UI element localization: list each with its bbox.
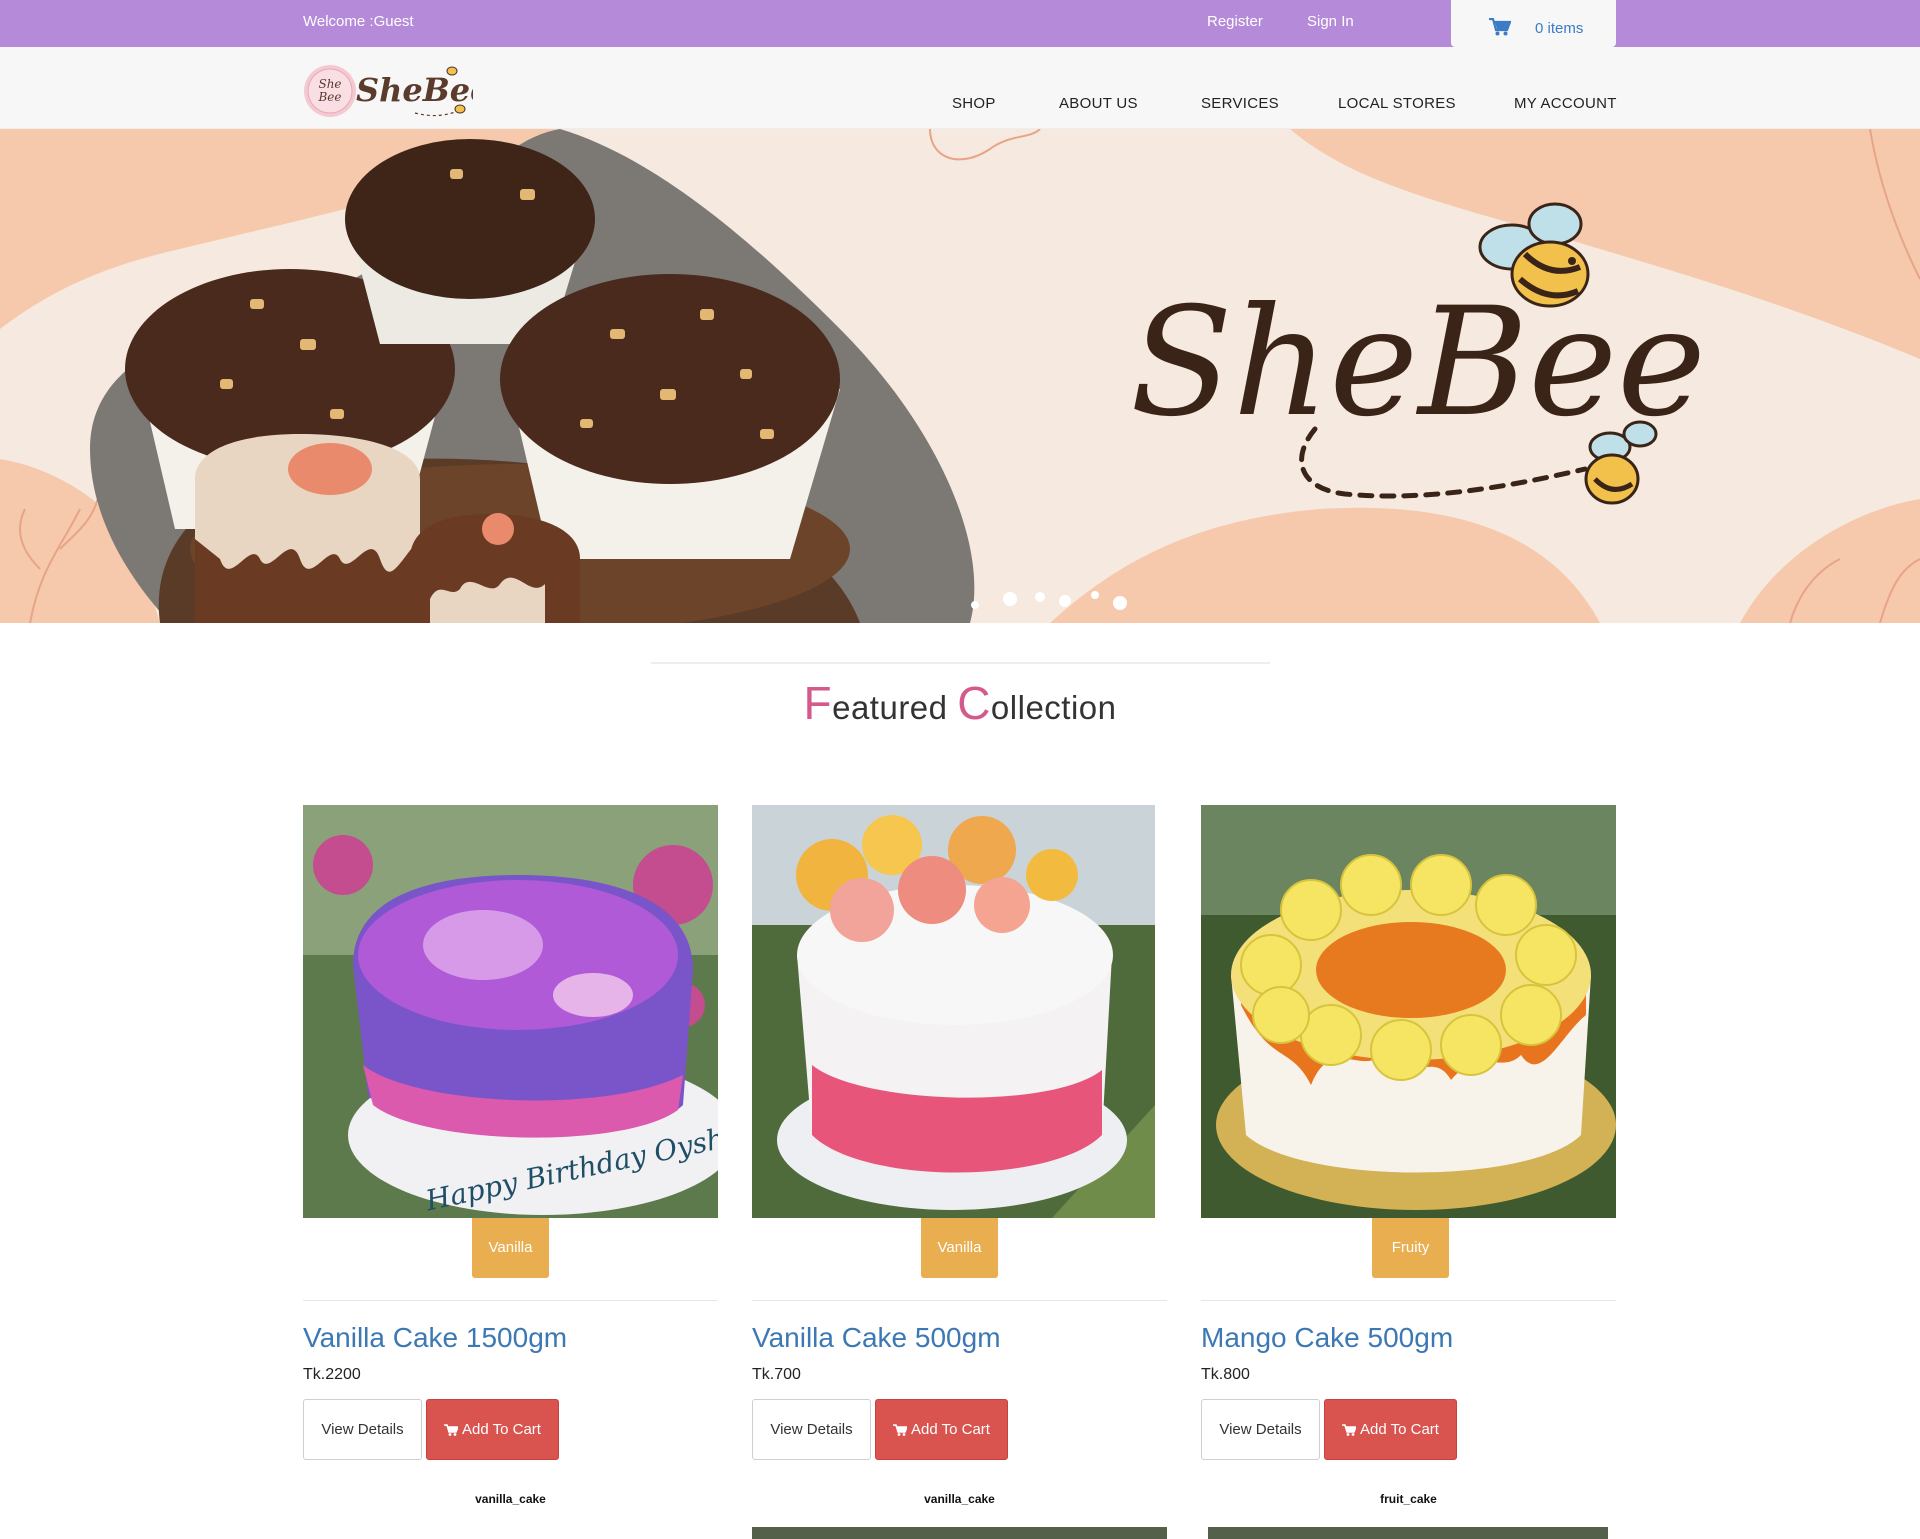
- svg-text:She: She: [318, 77, 341, 91]
- shopping-cart-icon: [893, 1424, 908, 1436]
- product-image[interactable]: [752, 805, 1155, 1218]
- nav-about-us[interactable]: ABOUT US: [1059, 95, 1138, 112]
- section-divider: [651, 662, 1270, 664]
- flavor-tag: Fruity: [1372, 1218, 1449, 1278]
- hero-banner: SheBee: [0, 129, 1920, 623]
- shopping-cart-icon: [1342, 1424, 1357, 1436]
- product-slug: vanilla_cake: [924, 1492, 995, 1506]
- shopping-cart-icon: [1489, 18, 1511, 36]
- add-to-cart-button[interactable]: Add To Cart: [875, 1399, 1008, 1460]
- product-price: Tk.800: [1201, 1366, 1250, 1383]
- svg-text:Bee: Bee: [317, 90, 341, 104]
- site-header: She Bee SheBee SHOP ABOUT US SERVICES LO…: [0, 47, 1920, 129]
- hero-artwork: SheBee: [0, 129, 1920, 623]
- flavor-tag: Vanilla: [472, 1218, 549, 1278]
- next-product-image-peek: [1208, 1527, 1608, 1539]
- product-price: Tk.2200: [303, 1366, 361, 1383]
- product-image[interactable]: [1201, 805, 1616, 1218]
- card-divider: [752, 1300, 1167, 1301]
- cart-item-count: 0 items: [1535, 20, 1584, 37]
- product-price: Tk.700: [752, 1366, 801, 1383]
- flavor-tag: Vanilla: [921, 1218, 998, 1278]
- card-divider: [1201, 1300, 1616, 1301]
- product-slug: fruit_cake: [1380, 1492, 1437, 1506]
- featured-collection-title: Featured Collection: [803, 677, 1117, 729]
- cart-summary-button[interactable]: 0 items: [1451, 0, 1616, 47]
- top-bar: Welcome :Guest Register Sign In 0 items: [0, 0, 1920, 47]
- svg-text:SheBee: SheBee: [356, 71, 473, 109]
- card-divider: [303, 1300, 718, 1301]
- next-product-image-peek: [752, 1527, 1167, 1539]
- view-details-button[interactable]: View Details: [303, 1399, 422, 1460]
- view-details-button[interactable]: View Details: [752, 1399, 871, 1460]
- product-image[interactable]: Happy Birthday Oyshi: [303, 805, 718, 1218]
- product-name-link[interactable]: Vanilla Cake 1500gm: [303, 1322, 567, 1354]
- welcome-text: Welcome :Guest: [303, 13, 414, 30]
- svg-text:SheBee: SheBee: [1130, 276, 1706, 450]
- add-to-cart-button[interactable]: Add To Cart: [1324, 1399, 1457, 1460]
- sign-in-link[interactable]: Sign In: [1307, 13, 1354, 30]
- nav-services[interactable]: SERVICES: [1201, 95, 1279, 112]
- nav-my-account[interactable]: MY ACCOUNT: [1514, 95, 1617, 112]
- product-slug: vanilla_cake: [475, 1492, 546, 1506]
- add-to-cart-button[interactable]: Add To Cart: [426, 1399, 559, 1460]
- register-link[interactable]: Register: [1207, 13, 1263, 30]
- view-details-button[interactable]: View Details: [1201, 1399, 1320, 1460]
- product-name-link[interactable]: Vanilla Cake 500gm: [752, 1322, 1001, 1354]
- shopping-cart-icon: [444, 1424, 459, 1436]
- shebee-logo[interactable]: She Bee SheBee: [303, 63, 473, 119]
- nav-shop[interactable]: SHOP: [952, 95, 996, 112]
- product-name-link[interactable]: Mango Cake 500gm: [1201, 1322, 1453, 1354]
- nav-local-stores[interactable]: LOCAL STORES: [1338, 95, 1456, 112]
